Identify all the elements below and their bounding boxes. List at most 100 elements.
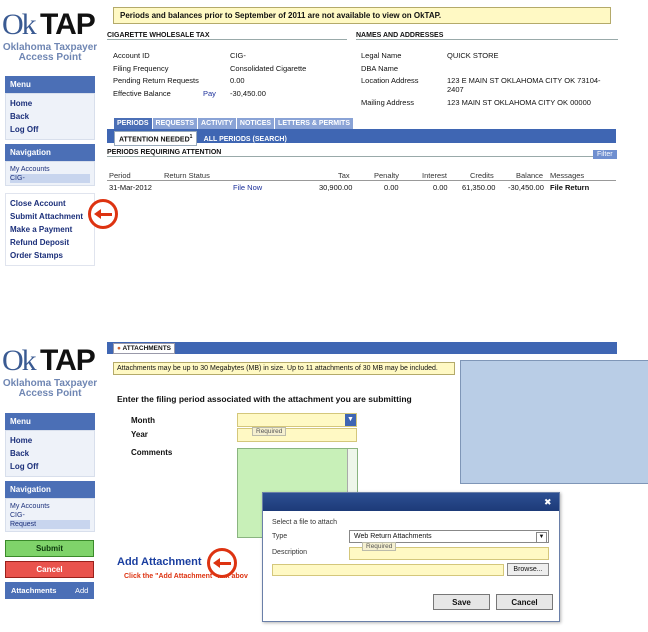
nav-account-2[interactable]: CIG- bbox=[10, 511, 90, 520]
tab-notices[interactable]: NOTICES bbox=[236, 118, 275, 129]
row-interest: 0.00 bbox=[433, 183, 448, 192]
label-mailing-address: Mailing Address bbox=[361, 98, 414, 107]
month-label: Month bbox=[131, 416, 155, 425]
action-close-account[interactable]: Close Account bbox=[10, 197, 90, 210]
menu-panel: Menu Home Back Log Off bbox=[5, 76, 95, 140]
action-make-payment[interactable]: Make a Payment bbox=[10, 223, 90, 236]
year-required-tip: Required bbox=[252, 427, 287, 436]
value-filing-frequency: Consolidated Cigarette bbox=[230, 64, 307, 73]
label-account-id: Account ID bbox=[113, 51, 150, 60]
menu-panel-2: Menu Home Back Log Off bbox=[5, 413, 95, 477]
menu-logoff[interactable]: Log Off bbox=[10, 123, 90, 136]
cancel-button[interactable]: Cancel bbox=[5, 561, 94, 578]
tab-activity[interactable]: ACTIVITY bbox=[198, 118, 236, 129]
menu-back-2[interactable]: Back bbox=[10, 447, 90, 460]
attach-file-dialog: ✖ Select a file to attach Type Web Retur… bbox=[262, 492, 560, 622]
nav-my-accounts[interactable]: My Accounts bbox=[10, 165, 90, 174]
nav-account[interactable]: CIG- bbox=[10, 174, 90, 183]
navigation-title: Navigation bbox=[5, 144, 95, 161]
main-tabs: PERIODS REQUESTS ACTIVITY NOTICES LETTERS & … bbox=[114, 118, 354, 129]
navigation-panel: Navigation My Accounts CIG- bbox=[5, 144, 95, 186]
menu-home-2[interactable]: Home bbox=[10, 434, 90, 447]
month-dropdown-button[interactable]: ▼ bbox=[345, 414, 356, 426]
filter-button[interactable]: Filter bbox=[593, 150, 617, 159]
logo-ok-2: Ok bbox=[2, 344, 37, 377]
value-legal-name: QUICK STORE bbox=[447, 51, 499, 60]
action-refund-deposit[interactable]: Refund Deposit bbox=[10, 236, 90, 249]
value-mailing-address: 123 MAIN ST OKLAHOMA CITY OK 00000 bbox=[447, 98, 591, 107]
attachments-tab-icon: ● bbox=[117, 345, 121, 352]
logo-line2-2: Access Point bbox=[18, 388, 82, 399]
col-tax: Tax bbox=[338, 171, 350, 180]
col-period: Period bbox=[109, 171, 131, 180]
dialog-select-label: Select a file to attach bbox=[272, 519, 337, 526]
red-arrow-annotation-2 bbox=[207, 548, 237, 578]
dialog-save-button[interactable]: Save bbox=[433, 594, 490, 610]
dialog-cancel-button[interactable]: Cancel bbox=[496, 594, 553, 610]
attachments-tab[interactable]: ● ATTACHMENTS bbox=[113, 343, 176, 354]
label-location-address: Location Address bbox=[361, 76, 419, 85]
row-tax: 30,900.00 bbox=[319, 183, 353, 192]
menu-title-2: Menu bbox=[5, 413, 95, 430]
col-interest: Interest bbox=[422, 171, 448, 180]
menu-back[interactable]: Back bbox=[10, 110, 90, 123]
pay-link[interactable]: Pay bbox=[203, 89, 216, 98]
value-account-id: CIG- bbox=[230, 51, 246, 60]
arrow-head bbox=[94, 209, 101, 219]
names-section-title: NAMES AND ADDRESSES bbox=[356, 32, 618, 40]
attachments-label: Attachments bbox=[11, 586, 57, 595]
dialog-type-value: Web Return Attachments bbox=[354, 533, 432, 540]
month-select[interactable]: ▼ bbox=[237, 413, 357, 427]
dialog-type-label: Type bbox=[272, 533, 288, 540]
row-balance: -30,450.00 bbox=[508, 183, 544, 192]
tab-requests[interactable]: REQUESTS bbox=[152, 118, 198, 129]
logo-tap-2: TAP bbox=[40, 344, 96, 377]
label-filing-frequency: Filing Frequency bbox=[113, 64, 169, 73]
nav-my-accounts-2[interactable]: My Accounts bbox=[10, 502, 90, 511]
add-attachment-link[interactable]: Add Attachment bbox=[117, 556, 202, 568]
col-penalty: Penalty bbox=[374, 171, 400, 180]
row-file-now-link[interactable]: File Now bbox=[233, 183, 262, 192]
navigation-title-2: Navigation bbox=[5, 481, 95, 498]
filing-period-instruction: Enter the filing period associated with … bbox=[117, 394, 412, 404]
label-dba-name: DBA Name bbox=[361, 64, 399, 73]
logo-tap: TAP bbox=[40, 8, 96, 41]
attachments-add-link[interactable]: Add bbox=[75, 586, 88, 595]
label-effective-balance: Effective Balance bbox=[113, 89, 171, 98]
attachments-tab-label: ATTACHMENTS bbox=[122, 345, 172, 352]
row-credits: 61,350.00 bbox=[462, 183, 496, 192]
col-balance: Balance bbox=[516, 171, 544, 180]
value-effective-balance: -30,450.00 bbox=[230, 89, 266, 98]
subtab-all-periods[interactable]: ALL PERIODS (SEARCH) bbox=[200, 134, 291, 145]
oktap-logo-2: Ok TAP Oklahoma Taxpayer Access Point bbox=[0, 344, 100, 404]
logo-line2: Access Point bbox=[18, 52, 82, 63]
action-order-stamps[interactable]: Order Stamps bbox=[10, 249, 90, 262]
action-submit-attachment[interactable]: Submit Attachment bbox=[10, 210, 90, 223]
dialog-type-dropdown-icon[interactable]: ▼ bbox=[536, 532, 547, 543]
submit-button[interactable]: Submit bbox=[5, 540, 94, 557]
table-header-line bbox=[107, 180, 616, 181]
year-label: Year bbox=[131, 430, 148, 439]
col-return-status: Return Status bbox=[164, 171, 210, 180]
dialog-file-input[interactable] bbox=[272, 564, 504, 576]
logo-ok: Ok bbox=[2, 8, 37, 41]
top-notice-banner: Periods and balances prior to September … bbox=[113, 7, 611, 24]
menu-home[interactable]: Home bbox=[10, 97, 90, 110]
col-credits: Credits bbox=[470, 171, 494, 180]
subtab-attention-needed[interactable]: ATTENTION NEEDED1 bbox=[114, 131, 198, 147]
tab-letters-permits[interactable]: LETTERS & PERMITS bbox=[275, 118, 353, 129]
menu-logoff-2[interactable]: Log Off bbox=[10, 460, 90, 473]
attachments-bar: Attachments Add bbox=[5, 582, 94, 599]
label-legal-name: Legal Name bbox=[361, 51, 402, 60]
subtab-attention-label: ATTENTION NEEDED bbox=[119, 136, 190, 144]
tab-periods[interactable]: PERIODS bbox=[114, 118, 152, 129]
dialog-titlebar bbox=[263, 493, 559, 511]
dialog-close-icon[interactable]: ✖ bbox=[544, 497, 552, 508]
row-period: 31-Mar-2012 bbox=[109, 183, 152, 192]
attachments-panel-header bbox=[107, 342, 617, 354]
row-messages[interactable]: File Return bbox=[550, 183, 589, 192]
oktap-logo: Ok TAP Oklahoma Taxpayer Access Point bbox=[0, 8, 100, 68]
nav-request[interactable]: Request bbox=[10, 520, 90, 529]
dialog-browse-button[interactable]: Browse... bbox=[507, 563, 549, 576]
subtabs: ATTENTION NEEDED1 ALL PERIODS (SEARCH) bbox=[114, 131, 291, 147]
